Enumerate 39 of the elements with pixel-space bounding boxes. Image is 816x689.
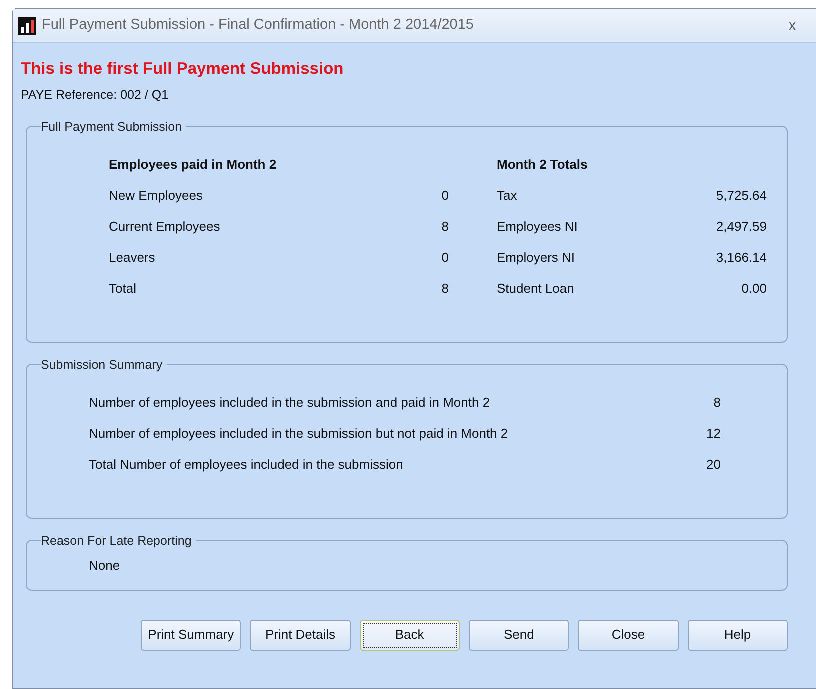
row-value: 8 bbox=[440, 218, 449, 236]
group-legend: Full Payment Submission bbox=[41, 120, 186, 133]
row-value: 0 bbox=[440, 186, 449, 205]
window-close-button[interactable]: x bbox=[789, 15, 796, 36]
summary-value: 12 bbox=[706, 424, 721, 443]
dialog-button[interactable]: Send bbox=[468, 620, 570, 650]
confirmation-heading: This is the first Full Payment Submission bbox=[21, 59, 345, 80]
row-value: 3,166.14 bbox=[715, 248, 767, 267]
row-label: Employers NI bbox=[497, 248, 576, 267]
row-label: Tax bbox=[497, 186, 518, 205]
row-value: 0.00 bbox=[740, 280, 767, 298]
dialog-button[interactable]: Print Summary bbox=[141, 620, 242, 650]
row-value: 0 bbox=[440, 248, 449, 267]
dialog-button[interactable]: Help bbox=[688, 620, 788, 650]
row-label: Employees NI bbox=[497, 218, 579, 236]
late-reason: None bbox=[89, 557, 122, 575]
dialog-button[interactable]: Close bbox=[578, 620, 679, 650]
column-heading: Employees paid in Month 2 bbox=[109, 156, 278, 174]
row-value: 5,725.64 bbox=[715, 186, 767, 205]
summary-label: Total Number of employees included in the submission bbox=[89, 456, 404, 474]
row-value: 8 bbox=[440, 280, 449, 298]
column-heading: Month 2 Totals bbox=[497, 156, 589, 174]
app-icon bbox=[18, 16, 36, 34]
row-label: Total bbox=[109, 280, 138, 298]
group-legend: Submission Summary bbox=[41, 358, 167, 371]
dialog-button[interactable]: Back bbox=[360, 620, 460, 650]
group-legend: Reason For Late Reporting bbox=[41, 534, 196, 547]
row-value: 2,497.59 bbox=[715, 218, 767, 236]
row-label: New Employees bbox=[109, 186, 204, 205]
row-label: Student Loan bbox=[497, 280, 576, 298]
window-title: Full Payment Submission - Final Confirmation - Month 2 2014/2015 bbox=[42, 16, 474, 35]
summary-value: 8 bbox=[714, 394, 721, 412]
summary-label: Number of employees included in the submission but not paid in Month 2 bbox=[89, 424, 508, 443]
summary-value: 20 bbox=[706, 456, 721, 474]
dialog-button[interactable]: Print Details bbox=[250, 620, 351, 650]
summary-label: Number of employees included in the submission and paid in Month 2 bbox=[89, 394, 490, 412]
paye-reference: PAYE Reference: 002 / Q1 bbox=[21, 86, 170, 104]
row-label: Current Employees bbox=[109, 218, 222, 236]
row-label: Leavers bbox=[109, 248, 156, 267]
